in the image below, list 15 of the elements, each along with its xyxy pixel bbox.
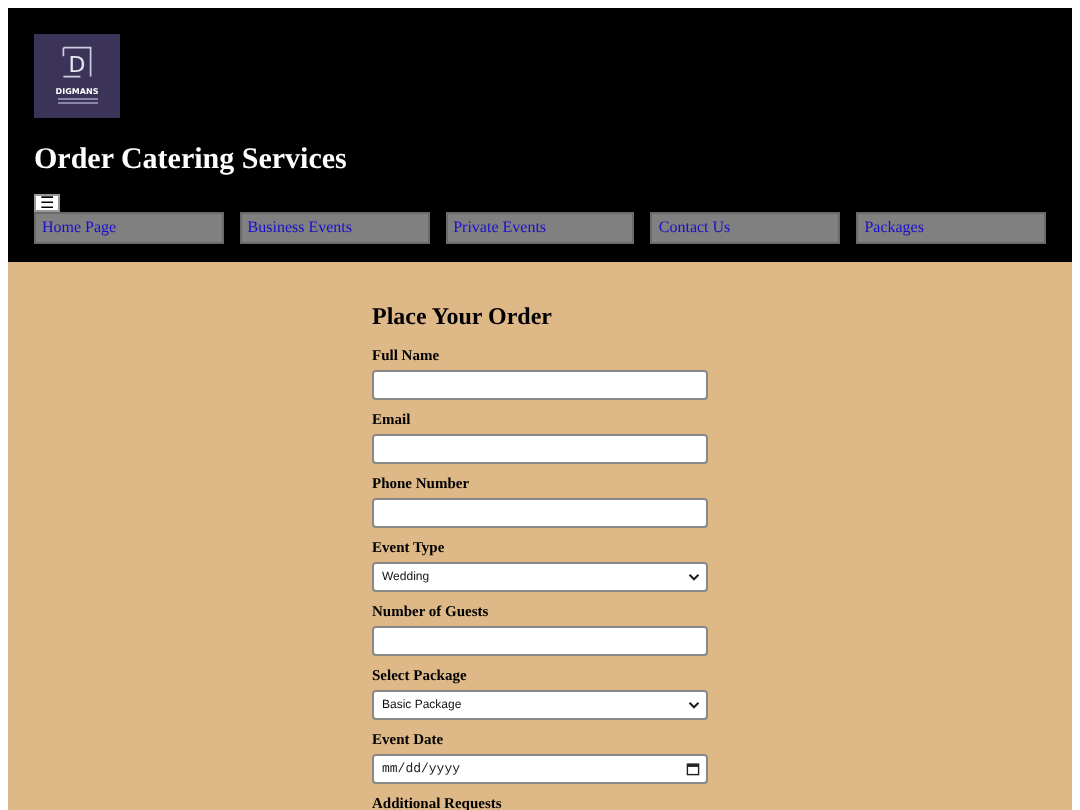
nav-link[interactable]: Business Events [239, 212, 430, 244]
chevron-icon [688, 700, 700, 710]
calendar-icon[interactable] [686, 762, 700, 776]
input-field[interactable] [372, 434, 708, 464]
nav-link[interactable]: Private Events [445, 212, 635, 244]
nav-link[interactable]: Packages [856, 212, 1046, 244]
input-field[interactable] [372, 498, 708, 528]
nav-link[interactable]: Contact Us [650, 212, 841, 244]
form-title: Place Your Order [372, 302, 554, 330]
nav-link[interactable]: Home Page [34, 212, 224, 244]
menu-button[interactable]: ☰ [34, 194, 61, 212]
page-title: Order Catering Services [34, 142, 349, 178]
input-field[interactable] [372, 626, 708, 656]
input-field[interactable] [372, 370, 708, 400]
chevron-icon [688, 572, 700, 582]
